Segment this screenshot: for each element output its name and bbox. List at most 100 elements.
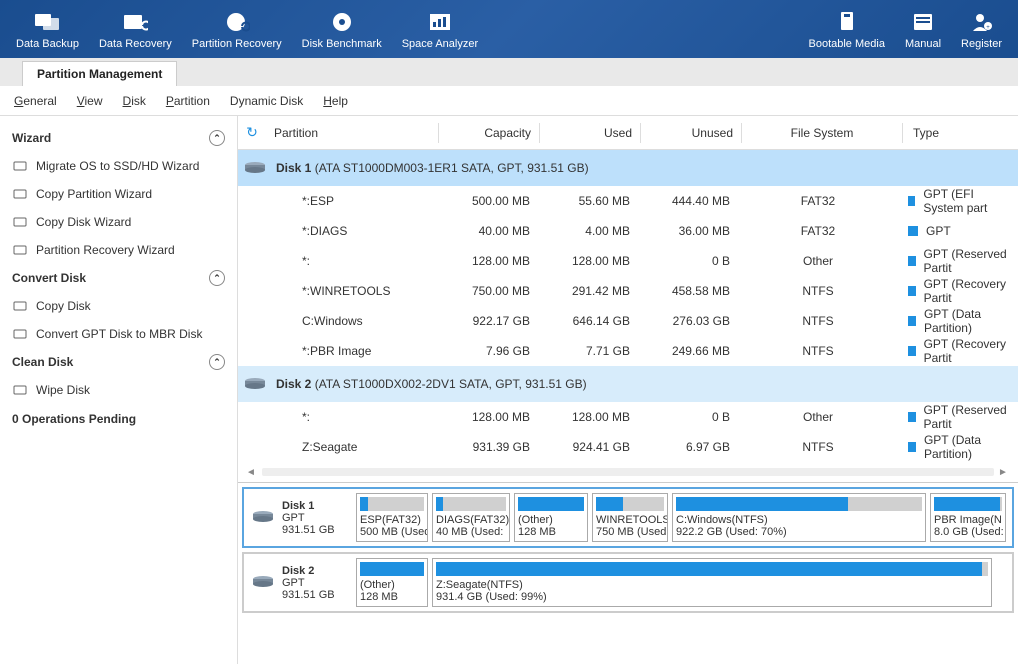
menu-partition[interactable]: Partition bbox=[166, 94, 210, 108]
scroll-right-icon[interactable]: ► bbox=[998, 467, 1010, 478]
tool-label: Space Analyzer bbox=[402, 38, 478, 50]
sidebar-item-clean-0[interactable]: Wipe Disk bbox=[10, 376, 227, 404]
menu-view[interactable]: View bbox=[77, 94, 103, 108]
segment-title: ESP(FAT32) bbox=[360, 514, 424, 526]
refresh-icon[interactable]: ↻ bbox=[246, 124, 258, 141]
partition-row[interactable]: C:Windows922.17 GB646.14 GB276.03 GBNTFS… bbox=[238, 306, 1018, 336]
action-icon bbox=[12, 186, 28, 202]
sidebar-item-label: Copy Disk bbox=[36, 299, 91, 313]
sidebar-item-label: Partition Recovery Wizard bbox=[36, 243, 175, 257]
cell-used: 7.71 GB bbox=[538, 344, 638, 358]
horizontal-scrollbar[interactable]: ◄ ► bbox=[238, 462, 1018, 482]
cell-capacity: 750.00 MB bbox=[438, 284, 538, 298]
partition-row[interactable]: *:WINRETOOLS750.00 MB291.42 MB458.58 MBN… bbox=[238, 276, 1018, 306]
sidebar-item-wizard-2[interactable]: Copy Disk Wizard bbox=[10, 208, 227, 236]
sidebar-item-wizard-3[interactable]: Partition Recovery Wizard bbox=[10, 236, 227, 264]
sidebar-item-convert-0[interactable]: Copy Disk bbox=[10, 292, 227, 320]
tool-label: Disk Benchmark bbox=[302, 38, 382, 50]
cell-partition: *:WINRETOOLS bbox=[266, 284, 438, 298]
action-icon bbox=[12, 326, 28, 342]
register-icon: + bbox=[968, 8, 996, 36]
cell-partition: *:PBR Image bbox=[266, 344, 438, 358]
cell-used: 4.00 MB bbox=[538, 224, 638, 238]
action-icon bbox=[12, 242, 28, 258]
cell-type: GPT (Recovery Partit bbox=[898, 277, 1018, 305]
type-color-icon bbox=[908, 226, 918, 236]
tool-backup[interactable]: Data Backup bbox=[6, 4, 89, 54]
tab-partition-management[interactable]: Partition Management bbox=[22, 61, 177, 86]
tool-manual[interactable]: Manual bbox=[895, 4, 951, 54]
partition-row[interactable]: *:128.00 MB128.00 MB0 BOtherGPT (Reserve… bbox=[238, 246, 1018, 276]
sidebar: Wizard ⌃ Migrate OS to SSD/HD WizardCopy… bbox=[0, 116, 238, 664]
sidebar-item-wizard-1[interactable]: Copy Partition Wizard bbox=[10, 180, 227, 208]
cell-filesystem: Other bbox=[738, 410, 898, 424]
col-capacity[interactable]: Capacity bbox=[439, 126, 539, 140]
type-color-icon bbox=[908, 196, 915, 206]
cell-capacity: 922.17 GB bbox=[438, 314, 538, 328]
disk-map-area: Disk 1GPT931.51 GBESP(FAT32)500 MB (Used… bbox=[238, 482, 1018, 621]
col-filesystem[interactable]: File System bbox=[742, 126, 902, 140]
cell-unused: 6.97 GB bbox=[638, 440, 738, 454]
disk-header-row[interactable]: Disk 1 (ATA ST1000DM003-1ER1 SATA, GPT, … bbox=[238, 150, 1018, 186]
partition-row[interactable]: *:DIAGS40.00 MB4.00 MB36.00 MBFAT32GPT bbox=[238, 216, 1018, 246]
disk-map-label: Disk 2GPT931.51 GB bbox=[248, 558, 352, 607]
map-segment[interactable]: ESP(FAT32)500 MB (Used bbox=[356, 493, 428, 542]
sidebar-group-clean[interactable]: Clean Disk ⌃ bbox=[10, 348, 227, 376]
disk-map-row[interactable]: Disk 1GPT931.51 GBESP(FAT32)500 MB (Used… bbox=[242, 487, 1014, 548]
disk-map-row[interactable]: Disk 2GPT931.51 GB(Other)128 MBZ:Seagate… bbox=[242, 552, 1014, 613]
tool-recovery[interactable]: Data Recovery bbox=[89, 4, 182, 54]
cell-partition: Z:Seagate bbox=[266, 440, 438, 454]
tool-label: Data Recovery bbox=[99, 38, 172, 50]
tool-label: Data Backup bbox=[16, 38, 79, 50]
cell-type: GPT (Reserved Partit bbox=[898, 403, 1018, 431]
cell-used: 291.42 MB bbox=[538, 284, 638, 298]
tool-benchmark[interactable]: Disk Benchmark bbox=[292, 4, 392, 54]
map-segment[interactable]: (Other)128 MB bbox=[514, 493, 588, 542]
partition-row[interactable]: Z:Seagate931.39 GB924.41 GB6.97 GBNTFSGP… bbox=[238, 432, 1018, 462]
map-segment[interactable]: C:Windows(NTFS)922.2 GB (Used: 70%) bbox=[672, 493, 926, 542]
top-toolbar: Data Backup Data Recovery Partition Recove… bbox=[0, 0, 1018, 58]
sidebar-group-convert[interactable]: Convert Disk ⌃ bbox=[10, 264, 227, 292]
partition-row[interactable]: *:128.00 MB128.00 MB0 BOtherGPT (Reserve… bbox=[238, 402, 1018, 432]
chevron-up-icon: ⌃ bbox=[209, 354, 225, 370]
map-segment[interactable]: WINRETOOLS750 MB (Used bbox=[592, 493, 668, 542]
menu-general[interactable]: General bbox=[14, 94, 57, 108]
type-color-icon bbox=[908, 286, 916, 296]
tool-media[interactable]: Bootable Media bbox=[799, 4, 895, 54]
partition-recovery-icon bbox=[223, 8, 251, 36]
segment-sub: 931.4 GB (Used: 99%) bbox=[436, 591, 988, 603]
sidebar-group-wizard[interactable]: Wizard ⌃ bbox=[10, 124, 227, 152]
benchmark-icon bbox=[328, 8, 356, 36]
menu-dynamic-disk[interactable]: Dynamic Disk bbox=[230, 94, 303, 108]
menu-disk[interactable]: Disk bbox=[123, 94, 146, 108]
type-color-icon bbox=[908, 346, 916, 356]
partition-row[interactable]: *:ESP500.00 MB55.60 MB444.40 MBFAT32GPT … bbox=[238, 186, 1018, 216]
tool-register[interactable]: +Register bbox=[951, 4, 1012, 54]
scroll-left-icon[interactable]: ◄ bbox=[246, 467, 258, 478]
map-segment[interactable]: (Other)128 MB bbox=[356, 558, 428, 607]
sidebar-item-convert-1[interactable]: Convert GPT Disk to MBR Disk bbox=[10, 320, 227, 348]
partition-row[interactable]: *:PBR Image7.96 GB7.71 GB249.66 MBNTFSGP… bbox=[238, 336, 1018, 366]
map-segment[interactable]: DIAGS(FAT32)40 MB (Used: bbox=[432, 493, 510, 542]
tool-partition-recovery[interactable]: Partition Recovery bbox=[182, 4, 292, 54]
action-icon bbox=[12, 158, 28, 174]
chevron-up-icon: ⌃ bbox=[209, 270, 225, 286]
segment-sub: 750 MB (Used bbox=[596, 526, 664, 538]
cell-capacity: 931.39 GB bbox=[438, 440, 538, 454]
col-partition[interactable]: Partition bbox=[266, 126, 438, 140]
sidebar-item-label: Wipe Disk bbox=[36, 383, 90, 397]
col-type[interactable]: Type bbox=[903, 126, 1018, 140]
segment-title: Z:Seagate(NTFS) bbox=[436, 579, 988, 591]
chevron-up-icon: ⌃ bbox=[209, 130, 225, 146]
map-segment[interactable]: PBR Image(N8.0 GB (Used: bbox=[930, 493, 1006, 542]
sidebar-item-wizard-0[interactable]: Migrate OS to SSD/HD Wizard bbox=[10, 152, 227, 180]
disk-header-row[interactable]: Disk 2 (ATA ST1000DX002-2DV1 SATA, GPT, … bbox=[238, 366, 1018, 402]
cell-capacity: 128.00 MB bbox=[438, 254, 538, 268]
col-used[interactable]: Used bbox=[540, 126, 640, 140]
table-header: ↻ Partition Capacity Used Unused File Sy… bbox=[238, 116, 1018, 150]
cell-type: GPT (EFI System part bbox=[898, 187, 1018, 215]
map-segment[interactable]: Z:Seagate(NTFS)931.4 GB (Used: 99%) bbox=[432, 558, 992, 607]
tool-analyzer[interactable]: Space Analyzer bbox=[392, 4, 488, 54]
menu-help[interactable]: Help bbox=[323, 94, 348, 108]
col-unused[interactable]: Unused bbox=[641, 126, 741, 140]
